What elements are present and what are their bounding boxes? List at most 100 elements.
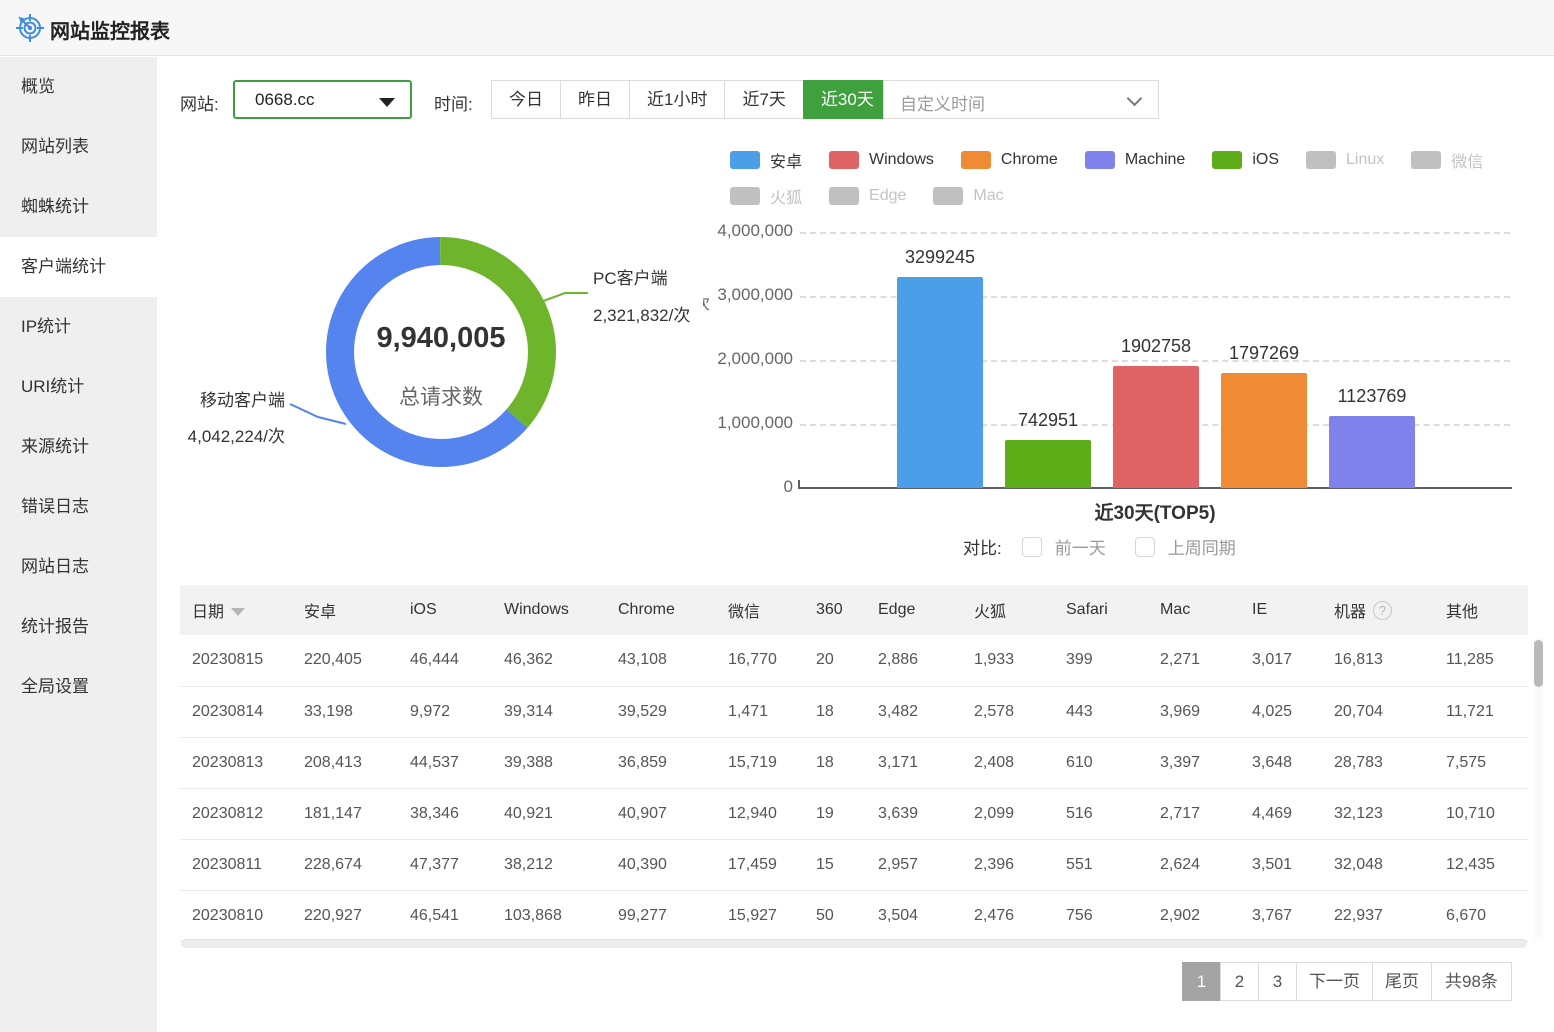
sidebar-item-4[interactable]: IP统计 (0, 297, 157, 357)
table-row: 20230811228,67447,37738,21240,39017,4591… (180, 839, 1528, 890)
column-header-7[interactable]: Edge (866, 585, 962, 635)
column-header-3[interactable]: Windows (492, 585, 606, 635)
bar-value-label: 1797269 (1194, 343, 1334, 364)
table-cell: 1,933 (962, 635, 1054, 686)
last-page-button[interactable]: 尾页 (1372, 962, 1432, 1001)
legend-item[interactable]: 火狐 (730, 184, 802, 208)
column-header-label: 360 (816, 601, 843, 618)
table-cell: 11,721 (1434, 686, 1528, 737)
sidebar-item-2[interactable]: 蜘蛛统计 (0, 177, 157, 237)
table-cell: 12,435 (1434, 839, 1528, 890)
bar-value-label: 1123769 (1302, 386, 1442, 407)
page-button-3[interactable]: 3 (1258, 962, 1297, 1001)
table-cell: 46,541 (398, 890, 492, 941)
table-cell: 9,972 (398, 686, 492, 737)
page-button-2[interactable]: 2 (1220, 962, 1259, 1001)
table-cell: 2,396 (962, 839, 1054, 890)
table-cell: 20230810 (180, 890, 292, 941)
time-button-1[interactable]: 昨日 (560, 80, 630, 119)
bar-Machine[interactable] (1329, 416, 1415, 488)
bar-value-label: 742951 (978, 410, 1118, 431)
gridline (800, 232, 1510, 234)
legend-label: Chrome (1001, 151, 1058, 169)
legend-item[interactable]: Chrome (961, 148, 1058, 172)
compare-checkbox-1[interactable] (1135, 537, 1155, 557)
column-header-2[interactable]: iOS (398, 585, 492, 635)
custom-time-select[interactable]: 自定义时间 (883, 80, 1159, 119)
column-header-6[interactable]: 360 (804, 585, 866, 635)
legend-item[interactable]: Machine (1085, 148, 1185, 172)
x-axis-title: 近30天(TOP5) (800, 498, 1510, 525)
donut-total-label: 总请求数 (341, 381, 541, 411)
column-header-0[interactable]: 日期 (180, 585, 292, 635)
bar-Windows[interactable] (1113, 366, 1199, 488)
bar-安卓[interactable] (897, 277, 983, 488)
sidebar-item-5[interactable]: URI统计 (0, 357, 157, 417)
vertical-scrollbar-thumb[interactable] (1534, 640, 1543, 687)
legend-row-1: 安卓 Windows Chrome Machine iOS Linux 微信 (730, 148, 1483, 172)
sidebar-item-3[interactable]: 客户端统计 (0, 237, 157, 297)
sidebar-item-7[interactable]: 错误日志 (0, 477, 157, 537)
column-header-label: Chrome (618, 601, 675, 618)
table-cell: 228,674 (292, 839, 398, 890)
pc-slice-name: PC客户端 (593, 264, 668, 289)
y-axis-tick-label: 2,000,000 (703, 349, 793, 369)
column-header-9[interactable]: Safari (1054, 585, 1148, 635)
mobile-slice-value: 4,042,224/次 (148, 422, 285, 447)
table-cell: 15,927 (716, 890, 804, 941)
time-button-2[interactable]: 近1小时 (629, 80, 725, 119)
column-header-13[interactable]: 其他 (1434, 585, 1528, 635)
sidebar-item-0[interactable]: 概览 (0, 57, 157, 117)
table-cell: 2,886 (866, 635, 962, 686)
legend-item[interactable]: 微信 (1411, 148, 1483, 172)
legend-item[interactable]: Windows (829, 148, 934, 172)
column-header-1[interactable]: 安卓 (292, 585, 398, 635)
sidebar-item-9[interactable]: 统计报告 (0, 597, 157, 657)
column-header-5[interactable]: 微信 (716, 585, 804, 635)
bar-Chrome[interactable] (1221, 373, 1307, 488)
next-page-button[interactable]: 下一页 (1296, 962, 1373, 1001)
legend-item[interactable]: Linux (1306, 148, 1384, 172)
table-cell: 2,271 (1148, 635, 1240, 686)
sort-icon[interactable] (231, 608, 245, 616)
column-header-11[interactable]: IE (1240, 585, 1322, 635)
sidebar-item-10[interactable]: 全局设置 (0, 657, 157, 717)
table-cell: 44,537 (398, 737, 492, 788)
time-button-4[interactable]: 近30天 (803, 80, 892, 119)
legend-label: Mac (973, 187, 1003, 205)
column-header-12[interactable]: 机器? (1322, 585, 1434, 635)
compare-checkbox-0[interactable] (1022, 537, 1042, 557)
site-select-value: 0668.cc (255, 90, 315, 110)
table-row: 20230815220,40546,44446,36243,10816,7702… (180, 635, 1528, 686)
column-header-4[interactable]: Chrome (606, 585, 716, 635)
time-button-3[interactable]: 近7天 (724, 80, 803, 119)
compare-row: 对比: 前一天上周同期 (963, 534, 1265, 559)
sidebar-item-6[interactable]: 来源统计 (0, 417, 157, 477)
column-header-10[interactable]: Mac (1148, 585, 1240, 635)
page-button-1[interactable]: 1 (1182, 962, 1221, 1001)
app-root: 网站监控报表 概览网站列表蜘蛛统计客户端统计IP统计URI统计来源统计错误日志网… (0, 0, 1554, 1032)
horizontal-scrollbar[interactable] (181, 939, 1527, 948)
legend-item[interactable]: Mac (933, 184, 1003, 208)
column-header-8[interactable]: 火狐 (962, 585, 1054, 635)
table-cell: 2,624 (1148, 839, 1240, 890)
site-select[interactable]: 0668.cc (233, 80, 412, 119)
chevron-down-icon (1127, 91, 1143, 107)
sidebar-item-8[interactable]: 网站日志 (0, 537, 157, 597)
time-button-0[interactable]: 今日 (491, 80, 561, 119)
help-icon[interactable]: ? (1373, 601, 1392, 620)
table-cell: 38,346 (398, 788, 492, 839)
table-cell: 3,969 (1148, 686, 1240, 737)
sidebar-item-1[interactable]: 网站列表 (0, 117, 157, 177)
compare-option-label: 上周同期 (1168, 534, 1236, 559)
stats-table: 日期安卓iOSWindows Chrome 微信 360 Edge火狐Safari Mac… (180, 585, 1528, 942)
target-logo-icon (14, 12, 45, 43)
legend-item[interactable]: Edge (829, 184, 906, 208)
legend-item[interactable]: 安卓 (730, 148, 802, 172)
table-cell: 33,198 (292, 686, 398, 737)
bar-iOS[interactable] (1005, 440, 1091, 488)
column-header-label: IE (1252, 601, 1267, 618)
column-header-label: Mac (1160, 601, 1190, 618)
legend-item[interactable]: iOS (1212, 148, 1279, 172)
table-cell: 2,717 (1148, 788, 1240, 839)
